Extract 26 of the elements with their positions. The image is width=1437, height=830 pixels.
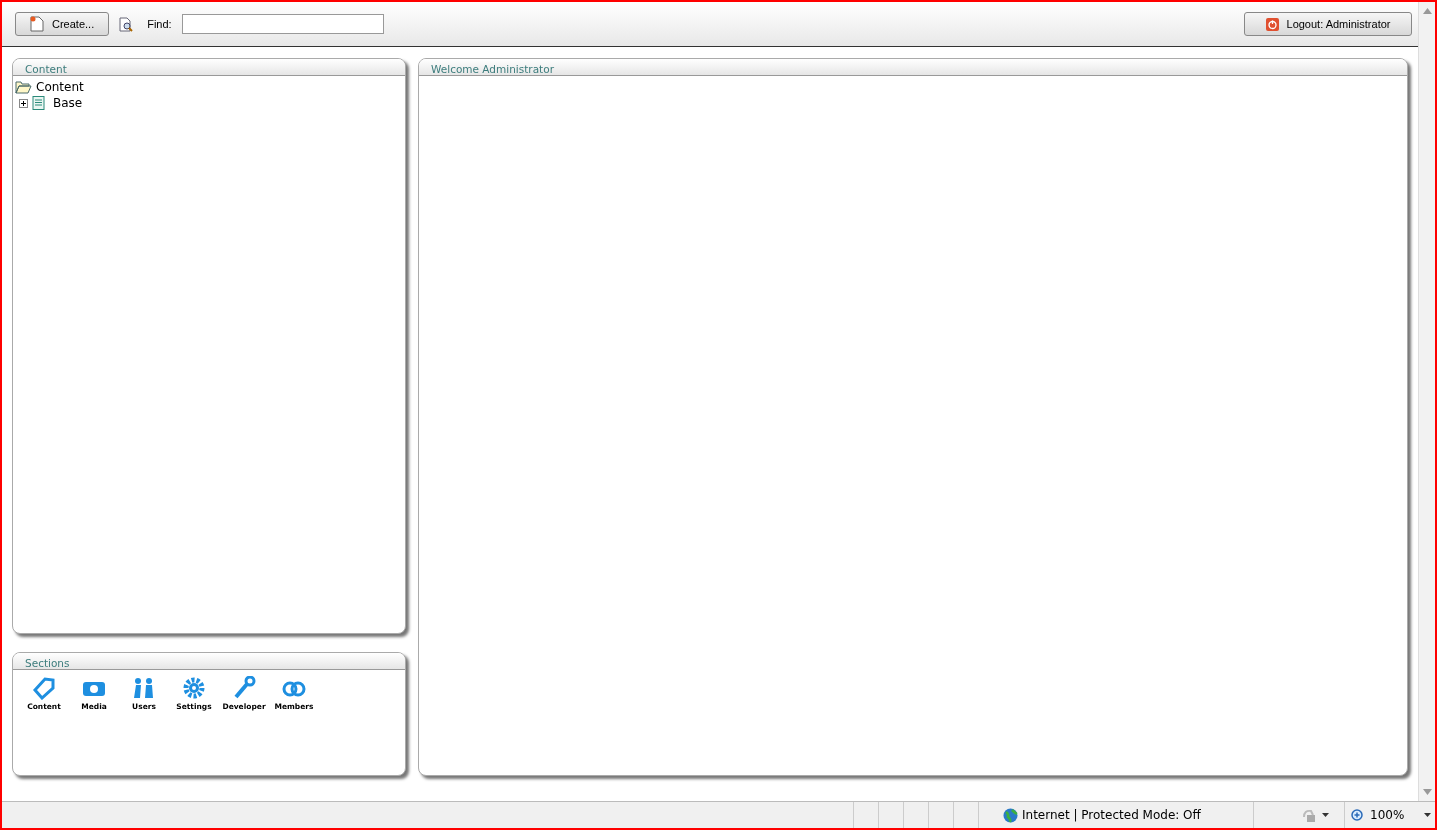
caret-icon — [1322, 813, 1329, 817]
scroll-down-icon[interactable] — [1422, 789, 1432, 795]
zoom-icon — [1351, 808, 1364, 822]
panel-title: Welcome Administrator — [419, 59, 1407, 76]
find-label: Find: — [147, 18, 172, 30]
logout-button[interactable]: Logout: Administrator — [1244, 12, 1412, 36]
caret-icon — [1424, 813, 1432, 817]
zoom-level[interactable]: 100% — [1370, 808, 1405, 822]
scroll-up-icon[interactable] — [1422, 8, 1432, 14]
panel-title: Content — [13, 59, 405, 76]
panel-title: Sections — [13, 653, 405, 670]
tree-item[interactable]: Content — [36, 80, 84, 94]
document-icon — [32, 96, 45, 110]
power-icon — [1265, 17, 1279, 31]
tree-item[interactable]: Base — [53, 96, 83, 110]
new-page-icon — [30, 16, 44, 32]
gear-icon — [181, 676, 207, 700]
security-zone-text: Internet | Protected Mode: Off — [1022, 808, 1201, 822]
search-icon — [119, 16, 134, 32]
lock-icon — [1302, 808, 1316, 822]
scrollbar[interactable] — [1418, 2, 1435, 801]
create-button[interactable]: Create... — [15, 12, 110, 36]
globe-icon — [1003, 807, 1018, 823]
expand-icon[interactable] — [19, 98, 28, 108]
tag-icon — [31, 676, 57, 700]
find-field[interactable] — [181, 14, 384, 34]
